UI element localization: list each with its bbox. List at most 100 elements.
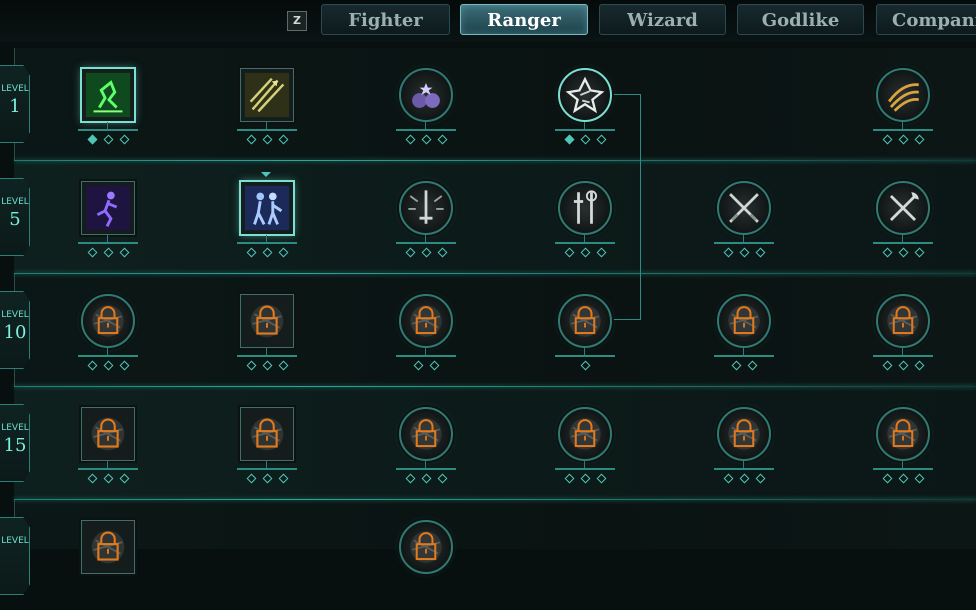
purple-runner-icon[interactable]: [81, 181, 135, 235]
ability-node[interactable]: [396, 68, 456, 158]
tab-ranger[interactable]: Ranger: [460, 4, 588, 35]
rank-pips: [78, 134, 138, 148]
twin-figures-icon[interactable]: [240, 181, 294, 235]
ability-node[interactable]: [714, 294, 774, 384]
rank-pips: [237, 247, 297, 261]
node-stem: [266, 348, 267, 355]
rank-pips: [78, 247, 138, 261]
ability-node[interactable]: [714, 181, 774, 271]
shattered-star-icon[interactable]: [558, 68, 612, 122]
green-rune-icon[interactable]: [81, 68, 135, 122]
locked-talent-icon[interactable]: [717, 294, 771, 348]
tab-fighter[interactable]: Fighter: [321, 4, 450, 35]
ability-node[interactable]: [555, 68, 615, 158]
rank-pip-icon: [898, 247, 908, 258]
tab-companion[interactable]: Companion: [876, 4, 976, 35]
locked-talent-icon[interactable]: [399, 520, 453, 574]
ability-node[interactable]: [78, 520, 138, 610]
rank-pips: [873, 473, 933, 487]
node-stem: [266, 235, 267, 242]
level-badge: LEVEL 5: [0, 178, 30, 256]
rank-pip-icon: [87, 247, 97, 258]
rank-pip-icon: [119, 247, 129, 258]
node-stem: [584, 348, 585, 355]
ability-node[interactable]: [714, 407, 774, 497]
locked-talent-icon[interactable]: [558, 407, 612, 461]
triple-arrow-icon[interactable]: [240, 68, 294, 122]
tab-godlike[interactable]: Godlike: [737, 4, 864, 35]
ability-node[interactable]: [237, 172, 297, 271]
node-stem: [743, 235, 744, 242]
node-underline: [78, 242, 138, 244]
rank-pip-icon: [596, 134, 606, 145]
ability-node[interactable]: [555, 181, 615, 271]
rank-pip-icon: [262, 247, 272, 258]
ability-node[interactable]: [873, 294, 933, 384]
locked-talent-icon[interactable]: [399, 294, 453, 348]
sword-burst-icon[interactable]: [399, 181, 453, 235]
rank-pips: [873, 134, 933, 148]
locked-talent-icon[interactable]: [81, 407, 135, 461]
level-number: 5: [9, 209, 21, 230]
rank-pip-icon: [103, 247, 113, 258]
rank-pip-icon: [246, 360, 256, 371]
node-underline: [873, 129, 933, 131]
rank-pips: [714, 473, 774, 487]
ability-node[interactable]: [237, 68, 297, 158]
level-number: 1: [9, 96, 21, 117]
ability-node[interactable]: [555, 407, 615, 497]
locked-talent-icon[interactable]: [717, 407, 771, 461]
locked-talent-icon[interactable]: [558, 294, 612, 348]
ability-node[interactable]: [78, 294, 138, 384]
rank-pip-icon: [405, 473, 415, 484]
node-stem: [425, 348, 426, 355]
ability-node[interactable]: [237, 407, 297, 497]
rank-pip-icon: [87, 134, 97, 145]
ability-node[interactable]: [78, 181, 138, 271]
locked-talent-icon[interactable]: [876, 407, 930, 461]
rank-pips: [714, 247, 774, 261]
ability-node[interactable]: [78, 68, 138, 158]
node-stem: [107, 348, 108, 355]
rank-pips: [78, 473, 138, 487]
rank-pip-icon: [564, 473, 574, 484]
locked-talent-icon[interactable]: [240, 407, 294, 461]
rank-pip-icon: [898, 360, 908, 371]
weapon-pair-icon[interactable]: [558, 181, 612, 235]
rank-pips: [396, 360, 456, 374]
node-stem: [902, 461, 903, 468]
ability-node[interactable]: [396, 294, 456, 384]
locked-talent-icon[interactable]: [81, 520, 135, 574]
ability-node[interactable]: [396, 181, 456, 271]
rank-pip-icon: [564, 247, 574, 258]
rank-pips: [714, 360, 774, 374]
rank-pip-icon: [103, 360, 113, 371]
node-underline: [237, 355, 297, 357]
golden-claw-icon[interactable]: [876, 68, 930, 122]
hotkey-hint: Z: [287, 11, 307, 31]
ability-node[interactable]: [873, 407, 933, 497]
ability-node[interactable]: [873, 181, 933, 271]
tab-wizard[interactable]: Wizard: [599, 4, 726, 35]
crossed-blades-icon[interactable]: [717, 181, 771, 235]
locked-talent-icon[interactable]: [81, 294, 135, 348]
potion-bombs-icon[interactable]: [399, 68, 453, 122]
rank-pip-icon: [898, 473, 908, 484]
locked-talent-icon[interactable]: [399, 407, 453, 461]
locked-talent-icon[interactable]: [240, 294, 294, 348]
ability-node[interactable]: [555, 294, 615, 384]
rank-pip-icon: [898, 134, 908, 145]
node-stem: [107, 122, 108, 129]
ability-node[interactable]: [396, 520, 456, 610]
rank-pip-icon: [747, 360, 757, 371]
ability-node[interactable]: [396, 407, 456, 497]
node-stem: [266, 122, 267, 129]
ability-node[interactable]: [78, 407, 138, 497]
node-underline: [78, 355, 138, 357]
ability-node[interactable]: [873, 68, 933, 158]
ability-node[interactable]: [237, 294, 297, 384]
rank-pip-icon: [580, 360, 590, 371]
node-stem: [902, 122, 903, 129]
crossed-axe-icon[interactable]: [876, 181, 930, 235]
locked-talent-icon[interactable]: [876, 294, 930, 348]
